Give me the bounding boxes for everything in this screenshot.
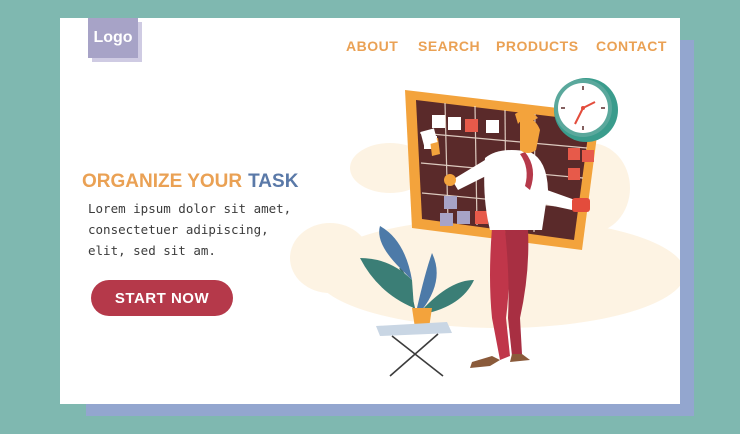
wall-clock-icon bbox=[554, 78, 618, 142]
hero-illustration bbox=[290, 78, 680, 377]
landing-page: Logo ABOUT SEARCH PRODUCTS CONTACT ORGAN… bbox=[60, 18, 680, 404]
